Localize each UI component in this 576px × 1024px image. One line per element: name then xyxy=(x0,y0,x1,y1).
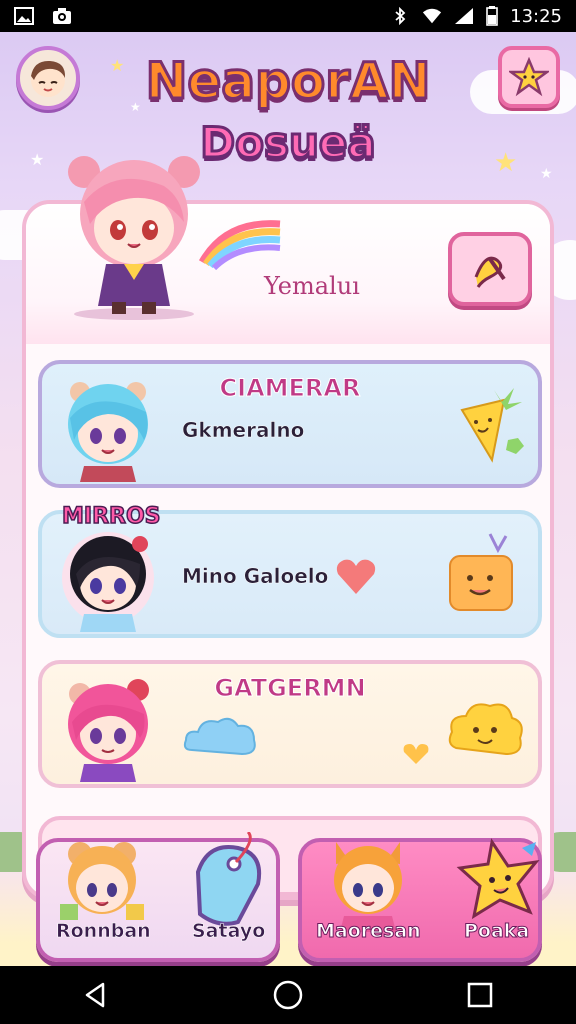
gallery-icon xyxy=(14,7,34,25)
star-play-icon[interactable] xyxy=(452,832,552,932)
profile-character-illustration xyxy=(68,156,200,320)
status-bar: 13:25 xyxy=(0,0,576,32)
rainbow-icon xyxy=(198,220,281,270)
play-label-b[interactable]: Poaka xyxy=(463,920,529,943)
bluetooth-icon xyxy=(395,7,406,25)
star-decoration: ★ xyxy=(540,166,553,182)
wifi-icon xyxy=(423,8,442,24)
carrot-icon xyxy=(460,388,524,463)
main-panel: Yemaluı CIAMERAR Gkmeralno MIRROS Mino G… xyxy=(22,156,554,900)
nav-recents-button[interactable] xyxy=(460,975,500,1015)
tag-shop-icon[interactable] xyxy=(178,832,278,932)
home-icon xyxy=(273,980,303,1010)
profile-name: Yemaluı xyxy=(264,272,360,300)
character-shop-icon[interactable] xyxy=(50,832,150,932)
nav-back-button[interactable] xyxy=(76,975,116,1015)
nav-home-button[interactable] xyxy=(268,975,308,1015)
heart-icon xyxy=(336,559,376,594)
status-time: 13:25 xyxy=(510,5,562,27)
character-card[interactable]: CIAMERAR Gkmeralno xyxy=(38,360,542,488)
cloud-face-icon xyxy=(448,703,523,756)
bottom-action-bar: Ronnban Satayo Maoresan Poaka xyxy=(36,832,542,964)
character-avatar-dark xyxy=(62,532,154,632)
character-card[interactable]: MIRROS Mino Galoelo xyxy=(38,503,542,638)
signal-icon xyxy=(455,8,474,24)
character-card[interactable]: GATGERMN xyxy=(38,660,542,788)
character-play-icon[interactable] xyxy=(316,832,416,932)
battery-icon xyxy=(486,6,498,26)
system-nav-bar xyxy=(0,966,576,1024)
back-icon xyxy=(85,982,105,1008)
block-face-icon xyxy=(449,533,513,611)
card-label: Gkmeralno xyxy=(182,418,305,443)
shop-label-b[interactable]: Satayo xyxy=(192,920,266,943)
recents-icon xyxy=(467,982,493,1008)
shop-label-a[interactable]: Ronnban xyxy=(56,920,151,943)
card-label: Mino Galoelo xyxy=(182,564,329,589)
cloud-icon xyxy=(183,717,256,756)
shop-button-group: Ronnban Satayo xyxy=(36,832,280,962)
play-label-a[interactable]: Maoresan xyxy=(316,920,422,943)
camera-icon xyxy=(53,8,71,24)
play-button-group: Maoresan Poaka xyxy=(298,838,542,962)
edit-profile-button[interactable] xyxy=(448,232,532,306)
app-logo-title: NeaporAN xyxy=(144,51,432,112)
heart-icon xyxy=(403,744,429,764)
edit-icon xyxy=(474,256,506,288)
